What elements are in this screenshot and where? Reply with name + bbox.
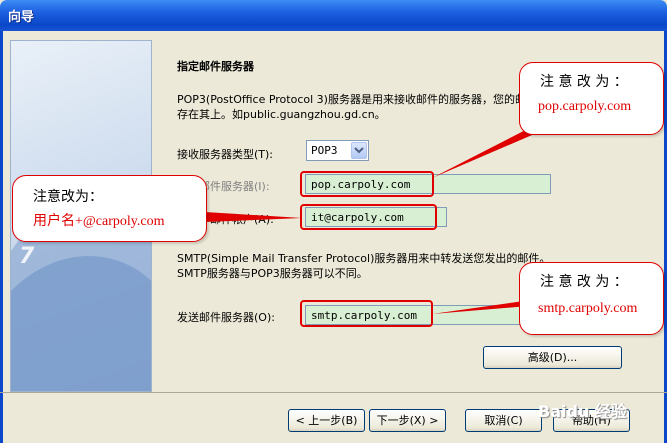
arrow-user — [205, 212, 302, 222]
callout-smtp-title: 注 意 改 为 ： — [540, 274, 628, 290]
callout-pop: 注 意 改 为 ： pop.carpoly.com — [519, 62, 664, 135]
highlight-outgoing-server — [300, 300, 433, 327]
callout-user-text: 用户名+@carpoly.com — [33, 214, 165, 229]
callout-smtp-text: smtp.carpoly.com — [538, 301, 638, 316]
watermark-text: Baidu 经验 — [538, 402, 627, 421]
callout-pop-title: 注 意 改 为 ： — [540, 74, 628, 90]
callout-smtp: 注 意 改 为 ： smtp.carpoly.com — [519, 262, 664, 335]
callout-user: 注意改为： 用户名+@carpoly.com — [12, 175, 207, 242]
highlight-incoming-server — [300, 171, 434, 197]
highlight-account — [300, 204, 437, 230]
callout-user-title: 注意改为： — [33, 189, 103, 205]
callout-pop-text: pop.carpoly.com — [538, 99, 632, 114]
